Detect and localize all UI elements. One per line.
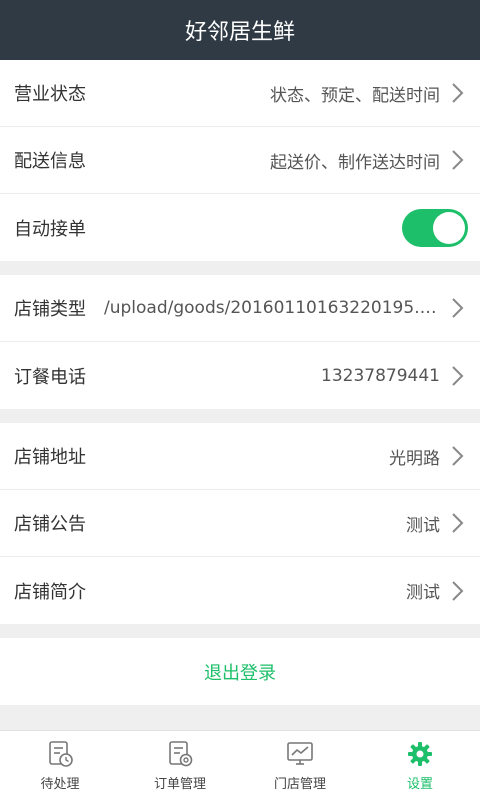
order-gear-icon <box>169 741 193 767</box>
row-label: 营业状态 <box>14 84 86 105</box>
settings-content: 营业状态 状态、预定、配送时间 配送信息 起送价、制作送达时间 自动接单 店铺类… <box>0 60 480 705</box>
row-label: 店铺简介 <box>14 581 86 603</box>
tab-orders[interactable]: 订单管理 <box>120 731 240 800</box>
row-store-notice[interactable]: 店铺公告 测试 <box>0 490 480 557</box>
row-store-type[interactable]: 店铺类型 /upload/goods/20160110163220195.png <box>0 275 480 342</box>
tab-label: 门店管理 <box>273 777 326 792</box>
row-label: 配送信息 <box>14 151 86 172</box>
chevron-right-icon <box>452 513 464 533</box>
chevron-right-icon <box>452 150 464 170</box>
section-divider <box>0 261 480 275</box>
row-value: /upload/goods/20160110163220195.png <box>104 298 440 318</box>
tab-label: 待处理 <box>40 777 80 792</box>
tab-label: 设置 <box>406 777 433 792</box>
row-value: 起送价、制作送达时间 <box>270 152 440 173</box>
settings-group-info: 店铺地址 光明路 店铺公告 测试 店铺简介 测试 <box>0 423 480 624</box>
row-value: 测试 <box>406 515 440 536</box>
chevron-right-icon <box>452 83 464 103</box>
row-label: 店铺地址 <box>14 447 86 468</box>
app-header: 好邻居生鲜 <box>0 0 480 60</box>
row-value: 光明路 <box>389 448 440 469</box>
chevron-right-icon <box>452 365 464 386</box>
row-label: 店铺类型 <box>14 299 86 320</box>
tab-settings[interactable]: 设置 <box>360 731 480 800</box>
page-title: 好邻居生鲜 <box>184 20 295 45</box>
gear-icon <box>408 742 432 766</box>
toggle-knob <box>433 211 465 244</box>
row-label: 订餐电话 <box>14 366 86 388</box>
logout-button[interactable]: 退出登录 <box>0 638 480 705</box>
row-store-intro[interactable]: 店铺简介 测试 <box>0 557 480 624</box>
chevron-right-icon <box>452 580 464 601</box>
row-store-address[interactable]: 店铺地址 光明路 <box>0 423 480 490</box>
tab-label: 订单管理 <box>153 777 206 792</box>
row-label: 店铺公告 <box>14 514 86 535</box>
settings-group-business: 营业状态 状态、预定、配送时间 配送信息 起送价、制作送达时间 自动接单 <box>0 60 480 261</box>
row-value: 测试 <box>406 583 440 603</box>
settings-group-store: 店铺类型 /upload/goods/20160110163220195.png… <box>0 275 480 409</box>
logout-label: 退出登录 <box>204 662 276 684</box>
row-delivery-info[interactable]: 配送信息 起送价、制作送达时间 <box>0 127 480 194</box>
tab-pending[interactable]: 待处理 <box>0 731 120 800</box>
clock-doc-icon <box>49 741 73 767</box>
chart-monitor-icon <box>287 742 313 765</box>
row-label: 自动接单 <box>14 218 86 240</box>
row-auto-accept: 自动接单 <box>0 194 480 261</box>
row-order-phone[interactable]: 订餐电话 13237879441 <box>0 342 480 409</box>
auto-accept-toggle[interactable] <box>402 208 468 247</box>
chevron-right-icon <box>452 298 464 318</box>
bottom-tab-bar: 待处理 订单管理 门店管理 设置 <box>0 730 480 800</box>
section-divider <box>0 624 480 638</box>
chevron-right-icon <box>452 446 464 466</box>
row-value: 13237879441 <box>321 365 440 386</box>
row-value: 状态、预定、配送时间 <box>270 85 440 106</box>
tab-store[interactable]: 门店管理 <box>240 731 360 800</box>
section-divider <box>0 409 480 423</box>
row-business-status[interactable]: 营业状态 状态、预定、配送时间 <box>0 60 480 127</box>
